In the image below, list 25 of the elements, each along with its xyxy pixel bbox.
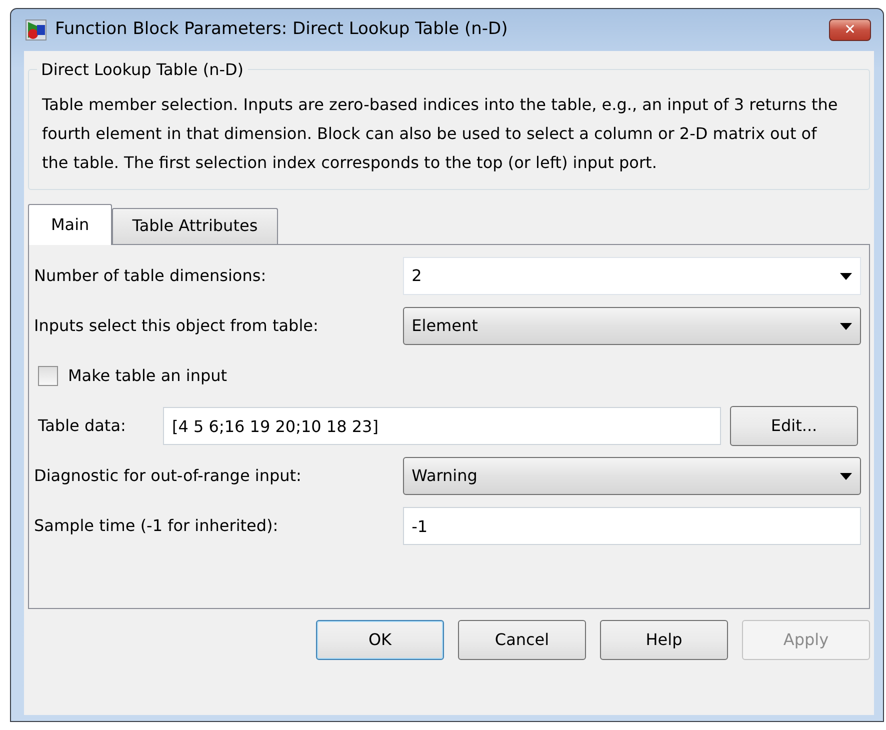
edit-button[interactable]: Edit...	[730, 406, 858, 446]
field-label: Number of table dimensions:	[34, 265, 268, 287]
dropdown[interactable]: 2	[402, 257, 861, 295]
description-text: Table member selection. Inputs are zero-based indices into the table, e.g., an input of 3 returns the fourth element in that dimension. Block can also be used to select a column or 2-D matrix out of the table. The first selection index corresponds to the top (or left) input port.	[42, 94, 839, 174]
field-label: Table data:	[38, 415, 127, 437]
close-button[interactable]: ✕	[829, 19, 871, 41]
input-field[interactable]: [4 5 6;16 19 20;10 18 23]	[163, 407, 721, 445]
input-field[interactable]: -1	[402, 507, 861, 545]
dialog-button[interactable]: Help	[600, 620, 728, 660]
field-label: Diagnostic for out-of-range input:	[34, 465, 302, 487]
checkbox[interactable]	[38, 366, 58, 386]
caret-icon	[840, 272, 852, 280]
tab[interactable]: Main	[28, 204, 112, 245]
dialog-button[interactable]: Cancel	[458, 620, 586, 660]
dropdown[interactable]: Element	[402, 307, 861, 345]
block-diagram-icon	[25, 19, 47, 41]
field-label: Inputs select this object from table:	[34, 315, 320, 337]
field-label: Sample time (-1 for inherited):	[34, 515, 280, 537]
caret-icon	[840, 472, 852, 480]
dropdown[interactable]: Warning	[402, 457, 861, 495]
window-title: Function Block Parameters: Direct Lookup Table (n-D)	[55, 18, 508, 42]
checkbox-label: Make table an input	[68, 365, 228, 387]
tab[interactable]: Table Attributes	[112, 208, 278, 244]
caret-icon	[840, 322, 852, 330]
dialog-button[interactable]: OK	[316, 620, 444, 660]
